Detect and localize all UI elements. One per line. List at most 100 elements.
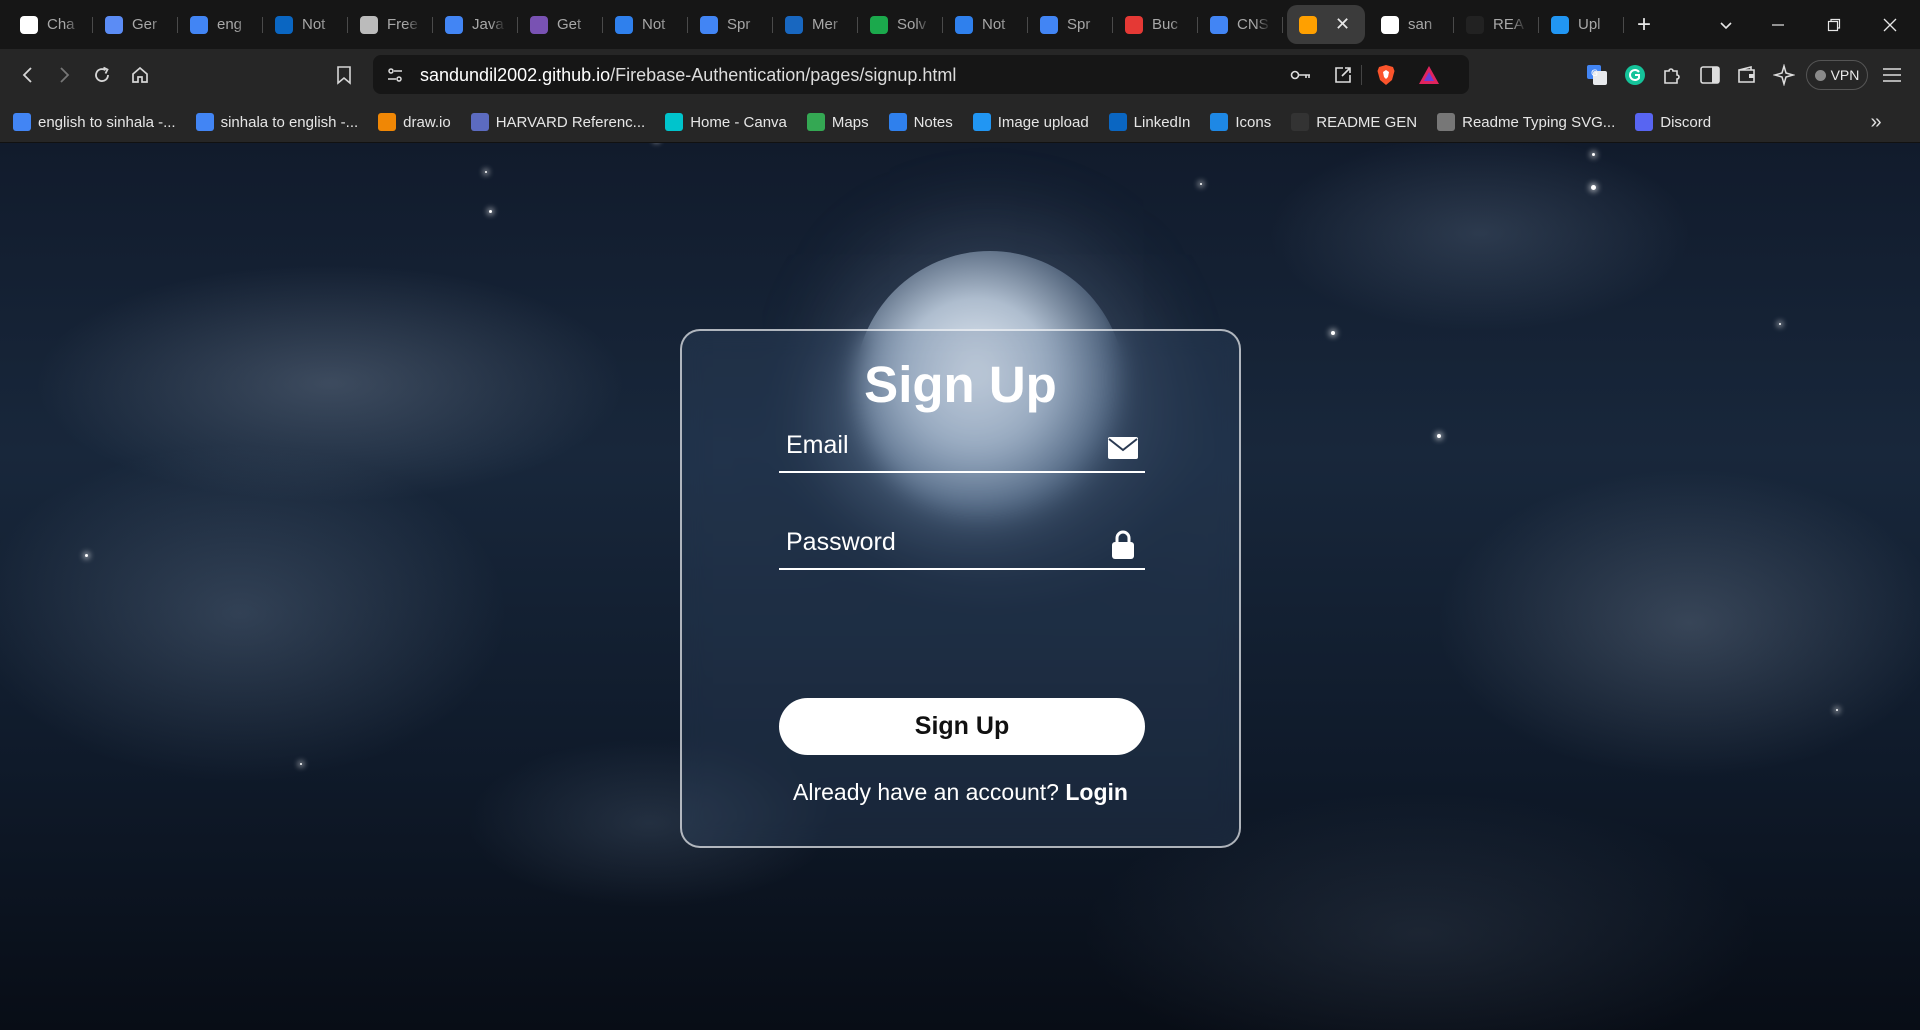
tab-label: Upl bbox=[1578, 16, 1601, 33]
close-window-button[interactable] bbox=[1864, 0, 1916, 49]
password-key-icon[interactable] bbox=[1289, 63, 1313, 87]
vpn-button[interactable]: VPN bbox=[1806, 60, 1868, 90]
site-settings-icon[interactable] bbox=[383, 63, 407, 87]
minimize-button[interactable] bbox=[1752, 0, 1804, 49]
bookmark-item[interactable]: HARVARD Referenc... bbox=[470, 113, 646, 131]
envelope-icon bbox=[1108, 433, 1138, 463]
tab[interactable]: Buc bbox=[1113, 5, 1198, 44]
signup-card: Sign Up Sign Up Already have an account?… bbox=[680, 329, 1241, 848]
tab-label: Spr bbox=[727, 16, 751, 33]
tab[interactable]: Get bbox=[518, 5, 603, 44]
tab-list: Cha Ger eng Not Free Java Get Not Spr Mer Solv Not S… bbox=[8, 5, 1664, 44]
chatgpt-icon bbox=[20, 15, 38, 34]
tab[interactable]: Spr bbox=[688, 5, 773, 44]
extensions-icon[interactable] bbox=[1658, 61, 1686, 89]
firebase-icon bbox=[1299, 15, 1317, 34]
password-input[interactable] bbox=[779, 518, 1089, 566]
bookmark-item[interactable]: Home - Canva bbox=[665, 113, 787, 131]
page-viewport: Sign Up Sign Up Already have an account?… bbox=[0, 143, 1920, 1030]
home-button[interactable] bbox=[125, 60, 155, 90]
sign-up-button[interactable]: Sign Up bbox=[779, 698, 1145, 755]
tab[interactable]: CNS bbox=[1198, 5, 1283, 44]
share-icon[interactable] bbox=[1331, 63, 1355, 87]
bookmark-page-button[interactable] bbox=[329, 60, 359, 90]
tab[interactable]: Not bbox=[603, 5, 688, 44]
google-icon bbox=[195, 113, 214, 131]
tab-label: san bbox=[1408, 16, 1433, 33]
tab[interactable]: eng bbox=[178, 5, 263, 44]
star bbox=[1591, 185, 1596, 190]
page-title: Sign Up bbox=[864, 356, 1057, 413]
back-button[interactable] bbox=[13, 60, 43, 90]
gemini-icon bbox=[105, 15, 123, 34]
address-bar[interactable]: sandundil2002.github.io/Firebase-Authent… bbox=[373, 55, 1469, 94]
bookmark-item[interactable]: Image upload bbox=[972, 113, 1089, 131]
bookmark-list: english to sinhala -... sinhala to englis… bbox=[13, 110, 1731, 134]
login-prompt: Already have an account? Login bbox=[682, 779, 1239, 806]
bookmark-item[interactable]: Icons bbox=[1210, 113, 1271, 131]
document-icon bbox=[470, 113, 489, 131]
tab[interactable]: Free bbox=[348, 5, 433, 44]
tab[interactable]: Java bbox=[433, 5, 518, 44]
star bbox=[489, 210, 492, 213]
tab[interactable]: Cha bbox=[8, 5, 93, 44]
star bbox=[1836, 709, 1838, 711]
tab[interactable]: Solv bbox=[858, 5, 943, 44]
search-icon bbox=[1210, 113, 1229, 131]
url-path: /Firebase-Authentication/pages/signup.ht… bbox=[610, 65, 957, 85]
bookmarks-bar: english to sinhala -... sinhala to englis… bbox=[0, 101, 1920, 143]
reload-button[interactable] bbox=[87, 60, 117, 90]
tab[interactable]: Spr bbox=[1028, 5, 1113, 44]
leo-ai-icon[interactable] bbox=[1770, 61, 1798, 89]
tab[interactable]: Ger bbox=[93, 5, 178, 44]
forward-button[interactable] bbox=[49, 60, 79, 90]
bookmark-item[interactable]: Notes bbox=[888, 113, 953, 131]
linkedin-icon bbox=[1108, 113, 1127, 131]
tab-active[interactable]: ✕ bbox=[1287, 5, 1365, 44]
tab[interactable]: Not bbox=[943, 5, 1028, 44]
brave-shields-icon[interactable] bbox=[1374, 63, 1398, 87]
tab[interactable]: REA bbox=[1454, 5, 1539, 44]
vpn-status-icon bbox=[1814, 69, 1826, 81]
star bbox=[1331, 331, 1335, 335]
url-text[interactable]: sandundil2002.github.io/Firebase-Authent… bbox=[420, 65, 956, 86]
bookmark-item[interactable]: Readme Typing SVG... bbox=[1437, 113, 1615, 131]
bookmark-item[interactable]: draw.io bbox=[378, 113, 451, 131]
tab-label: Get bbox=[557, 16, 582, 33]
tab[interactable]: Upl bbox=[1539, 5, 1624, 44]
tab-label: Not bbox=[302, 16, 326, 33]
bookmark-label: HARVARD Referenc... bbox=[495, 113, 646, 131]
tab[interactable]: Mer bbox=[773, 5, 858, 44]
bookmark-item[interactable]: LinkedIn bbox=[1108, 113, 1190, 131]
bookmark-item[interactable]: english to sinhala -... bbox=[13, 113, 176, 131]
main-menu-icon[interactable] bbox=[1878, 61, 1906, 89]
tab[interactable]: san bbox=[1369, 5, 1454, 44]
tab[interactable]: Not bbox=[263, 5, 348, 44]
bookmark-item[interactable]: sinhala to english -... bbox=[195, 113, 358, 131]
bookmark-item[interactable]: Discord bbox=[1635, 113, 1711, 131]
tab-label: CNS bbox=[1237, 16, 1269, 33]
canva-icon bbox=[665, 113, 684, 131]
new-tab-button[interactable]: + bbox=[1624, 5, 1664, 44]
login-link[interactable]: Login bbox=[1065, 779, 1128, 805]
freecodecamp-icon bbox=[360, 15, 378, 34]
bookmark-label: README GEN bbox=[1316, 113, 1418, 131]
grammarly-extension-icon[interactable] bbox=[1621, 61, 1649, 89]
brave-rewards-icon[interactable] bbox=[1417, 63, 1441, 87]
bookmark-item[interactable]: Maps bbox=[806, 113, 869, 131]
star bbox=[300, 763, 302, 765]
linkedin-icon bbox=[275, 15, 293, 34]
translate-extension-icon[interactable]: G bbox=[1583, 61, 1611, 89]
star bbox=[1592, 153, 1595, 156]
restore-button[interactable] bbox=[1808, 0, 1860, 49]
email-input[interactable] bbox=[779, 421, 1089, 469]
close-tab-icon[interactable]: ✕ bbox=[1335, 14, 1350, 35]
bootstrap-icon bbox=[530, 15, 548, 34]
vpn-label: VPN bbox=[1830, 67, 1860, 83]
sidebar-icon[interactable] bbox=[1696, 61, 1724, 89]
wallet-icon[interactable] bbox=[1733, 61, 1761, 89]
tab-search-icon[interactable] bbox=[1700, 0, 1752, 49]
more-bookmarks-icon[interactable]: » bbox=[1864, 110, 1888, 134]
star bbox=[1200, 183, 1202, 185]
bookmark-item[interactable]: README GEN bbox=[1291, 113, 1417, 131]
